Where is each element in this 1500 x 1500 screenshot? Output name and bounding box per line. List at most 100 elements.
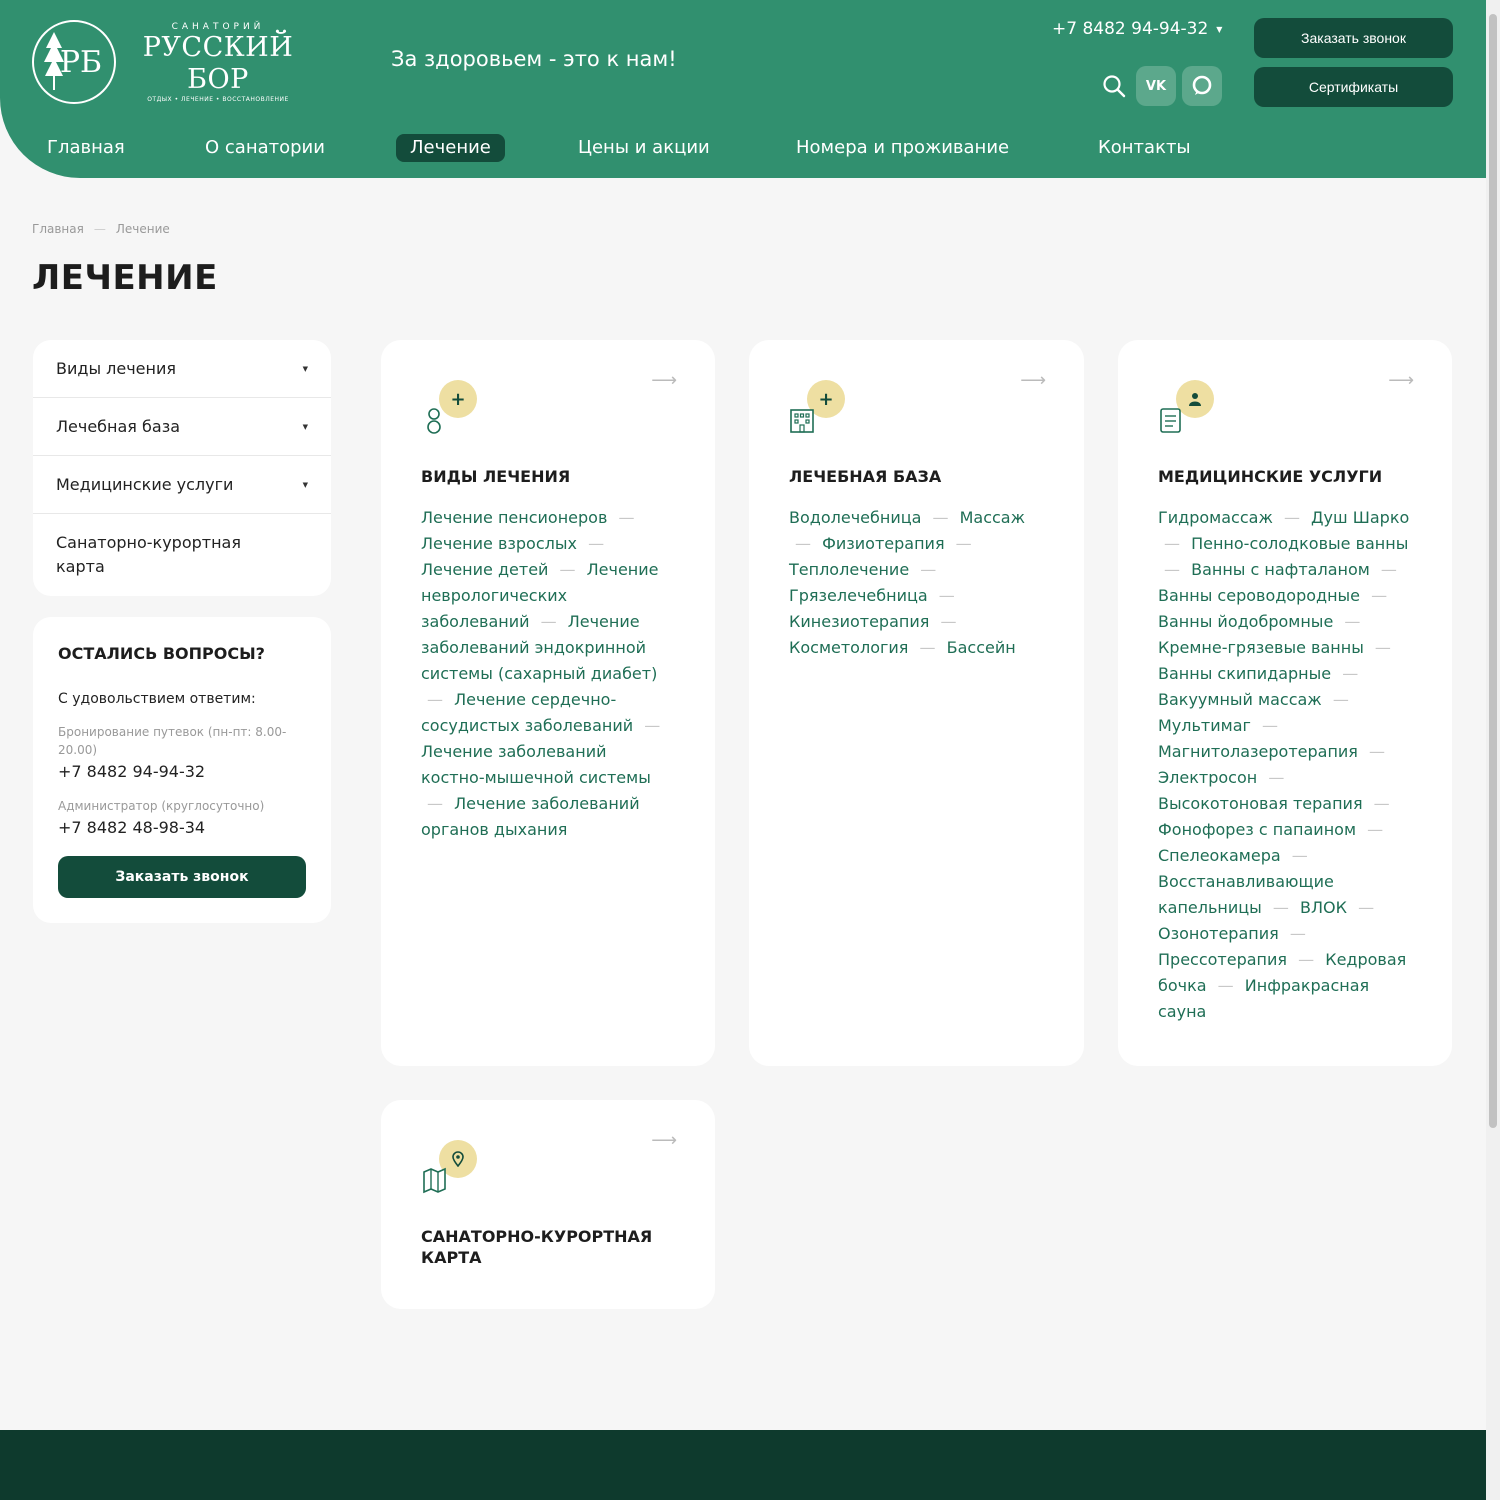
breadcrumb-home[interactable]: Главная [32, 222, 84, 236]
arrow-right-icon[interactable]: ⟶ [651, 1130, 677, 1151]
card-title: ЛЕЧЕБНАЯ БАЗА [789, 467, 942, 486]
card-link[interactable]: Косметология [789, 638, 908, 657]
card-link[interactable]: Лечение заболеваний костно-мышечной сист… [421, 742, 651, 787]
logo[interactable]: РБ САНАТОРИЙ РУССКИЙ БОР ОТДЫХ • ЛЕЧЕНИЕ… [32, 18, 312, 106]
side-menu-item-base[interactable]: Лечебная база ▼ [33, 398, 331, 456]
link-separator: — [932, 508, 949, 527]
card-link[interactable]: Лечение пенсионеров [421, 508, 607, 527]
link-separator: — [1373, 794, 1390, 813]
card-link[interactable]: ВЛОК [1300, 898, 1347, 917]
link-separator: — [1272, 898, 1289, 917]
header-phone[interactable]: +7 8482 94-94-32 ▼ [1052, 19, 1222, 39]
card-link[interactable]: Вакуумный массаж [1158, 690, 1322, 709]
side-menu-label: Медицинские услуги [56, 475, 234, 494]
link-separator: — [1164, 534, 1180, 553]
card-link[interactable]: Высокотоновая терапия [1158, 794, 1363, 813]
side-menu-item-card[interactable]: Санаторно-курортная карта [33, 514, 331, 596]
page-title: ЛЕЧЕНИЕ [32, 258, 218, 298]
chevron-down-icon[interactable]: ▼ [303, 423, 308, 431]
card-link[interactable]: Мультимаг [1158, 716, 1251, 735]
document-doctor-icon [1158, 380, 1218, 440]
card-link[interactable]: Прессотерапия [1158, 950, 1287, 969]
card-treatment-types[interactable]: ⟶ + ВИДЫ ЛЕЧЕНИЯ Лечение пенсионеров — Л… [381, 340, 715, 1066]
side-menu: Виды лечения ▼ Лечебная база ▼ Медицинск… [33, 340, 331, 596]
map-pin-icon [421, 1140, 481, 1200]
card-link[interactable]: Лечение детей [421, 560, 548, 579]
card-resort-card[interactable]: ⟶ САНАТОРНО-КУРОРТНАЯ КАРТА [381, 1100, 715, 1309]
logo-subtitle-top: САНАТОРИЙ [171, 21, 265, 32]
nav-item-rooms[interactable]: Номера и проживание [782, 134, 1023, 162]
link-separator: — [1374, 638, 1391, 657]
vk-icon[interactable]: VK [1136, 66, 1176, 106]
card-link[interactable]: Ванны сероводородные [1158, 586, 1360, 605]
chevron-down-icon[interactable]: ▼ [1216, 25, 1222, 34]
link-separator: — [1298, 950, 1315, 969]
site-header: РБ САНАТОРИЙ РУССКИЙ БОР ОТДЫХ • ЛЕЧЕНИЕ… [0, 0, 1486, 178]
card-link[interactable]: Кремне-грязевые ванны [1158, 638, 1364, 657]
card-link[interactable]: Гидромассаж [1158, 508, 1273, 527]
link-separator: — [955, 534, 972, 553]
certificates-button[interactable]: Сертификаты [1254, 67, 1453, 107]
header-slogan: За здоровьем - это к нам! [391, 47, 677, 71]
card-title: ВИДЫ ЛЕЧЕНИЯ [421, 467, 571, 486]
arrow-right-icon[interactable]: ⟶ [1020, 370, 1046, 391]
breadcrumb-current: Лечение [115, 222, 170, 236]
link-separator: — [920, 560, 937, 579]
card-link[interactable]: Физиотерапия [822, 534, 944, 553]
logo-text: САНАТОРИЙ РУССКИЙ БОР ОТДЫХ • ЛЕЧЕНИЕ • … [124, 22, 312, 103]
person-plus-icon: + [421, 380, 481, 440]
nav-item-about[interactable]: О санатории [191, 134, 339, 162]
card-link[interactable]: Ванны с нафталаном [1191, 560, 1370, 579]
link-separator: — [1291, 846, 1308, 865]
card-link[interactable]: Магнитолазеротерапия [1158, 742, 1358, 761]
building-plus-icon: + [789, 380, 849, 440]
card-link[interactable]: Теплолечение [789, 560, 909, 579]
link-separator: — [940, 612, 957, 631]
side-menu-label: Виды лечения [56, 359, 177, 378]
card-link[interactable]: Душ Шарко [1311, 508, 1409, 527]
arrow-right-icon[interactable]: ⟶ [651, 370, 677, 391]
card-link[interactable]: Кинезиотерапия [789, 612, 929, 631]
link-separator: — [1358, 898, 1375, 917]
card-link[interactable]: Лечение сердечно-сосудистых заболеваний [421, 690, 633, 735]
card-link[interactable]: Ванны йодобромные [1158, 612, 1333, 631]
admin-label: Администратор (круглосуточно) [58, 799, 265, 813]
chevron-down-icon[interactable]: ▼ [303, 481, 308, 489]
card-link[interactable]: Пенно-солодковые ванны [1191, 534, 1408, 553]
arrow-right-icon[interactable]: ⟶ [1388, 370, 1414, 391]
order-call-button[interactable]: Заказать звонок [1254, 18, 1453, 58]
chat-icon[interactable] [1182, 66, 1222, 106]
questions-order-call-button[interactable]: Заказать звонок [58, 856, 306, 898]
card-link[interactable]: Лечение взрослых [421, 534, 577, 553]
card-link[interactable]: Ванны скипидарные [1158, 664, 1331, 683]
link-separator: — [1367, 820, 1384, 839]
card-link[interactable]: Электросон [1158, 768, 1257, 787]
admin-phone[interactable]: +7 8482 48-98-34 [58, 818, 306, 837]
link-separator: — [1217, 976, 1234, 995]
card-link[interactable]: Массаж [960, 508, 1025, 527]
header-phone-number[interactable]: +7 8482 94-94-32 [1052, 19, 1208, 39]
card-link[interactable]: Грязелечебница [789, 586, 928, 605]
card-link[interactable]: Бассейн [947, 638, 1016, 657]
card-link[interactable]: Водолечебница [789, 508, 921, 527]
side-menu-item-services[interactable]: Медицинские услуги ▼ [33, 456, 331, 514]
card-medical-services[interactable]: ⟶ МЕДИЦИНСКИЕ УСЛУГИ Гидромассаж — Душ Ш… [1118, 340, 1452, 1066]
card-link[interactable]: Озонотерапия [1158, 924, 1279, 943]
side-menu-label: Лечебная база [56, 417, 180, 436]
card-link[interactable]: Лечение заболеваний органов дыхания [421, 794, 640, 839]
card-link[interactable]: Фонофорез с папаином [1158, 820, 1356, 839]
page-scrollbar[interactable] [1486, 0, 1500, 1500]
nav-item-home[interactable]: Главная [33, 134, 139, 162]
card-links: Водолечебница — Массаж — Физиотерапия — … [789, 505, 1044, 661]
nav-item-prices[interactable]: Цены и акции [564, 134, 724, 162]
nav-item-contacts[interactable]: Контакты [1084, 134, 1205, 162]
link-separator: — [1344, 612, 1361, 631]
booking-phone[interactable]: +7 8482 94-94-32 [58, 762, 306, 781]
card-link[interactable]: Спелеокамера [1158, 846, 1281, 865]
search-icon[interactable] [1098, 66, 1130, 106]
side-menu-item-types[interactable]: Виды лечения ▼ [33, 340, 331, 398]
scrollbar-thumb[interactable] [1489, 14, 1497, 1128]
chevron-down-icon[interactable]: ▼ [303, 365, 308, 373]
card-treatment-base[interactable]: ⟶ + ЛЕЧЕБНАЯ БАЗА Водолечебница — Массаж… [749, 340, 1084, 1066]
nav-item-treatment[interactable]: Лечение [396, 134, 505, 162]
